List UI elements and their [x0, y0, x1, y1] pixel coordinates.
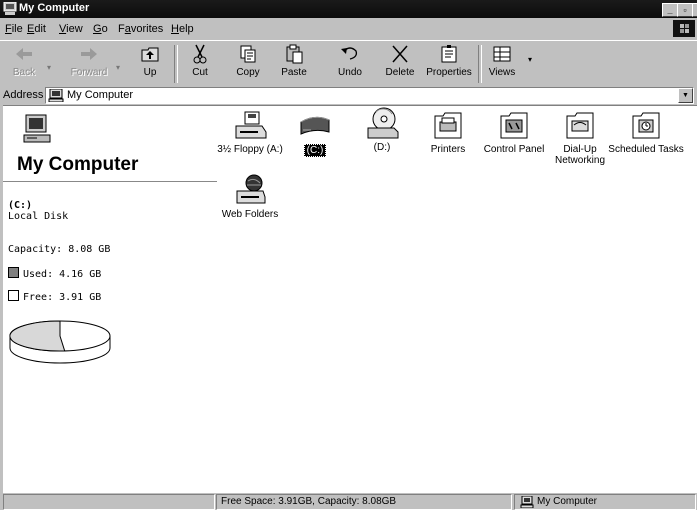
maximize-button[interactable]: ▫: [677, 3, 693, 17]
status-pane-left: [3, 494, 215, 510]
address-bar: Address My Computer ▼: [0, 87, 697, 104]
scheduled-tasks-icon: [632, 112, 660, 139]
menu-go[interactable]: Go: [93, 23, 108, 35]
menu-bar: File Edit View Go Favorites Help: [0, 19, 697, 39]
control-panel-icon: [500, 112, 528, 139]
menu-help[interactable]: Help: [171, 23, 194, 35]
dialup-networking-icon: [566, 112, 594, 139]
paste-button[interactable]: Paste: [274, 43, 314, 85]
web-folders-icon: [236, 174, 266, 204]
toolbar-separator: [478, 45, 482, 83]
address-input[interactable]: My Computer ▼: [45, 87, 694, 104]
forward-button[interactable]: Forward: [66, 43, 112, 85]
disk-usage-pie: [9, 320, 111, 364]
address-label: Address: [3, 89, 44, 101]
paste-icon: [286, 44, 303, 64]
status-pane-zone: My Computer: [514, 494, 696, 510]
cd-drive-icon: [367, 107, 399, 139]
web-folders-item[interactable]: Web Folders: [210, 173, 290, 220]
my-computer-icon: [48, 89, 64, 102]
printers-folder-icon: [434, 112, 462, 139]
my-computer-icon: [520, 496, 534, 508]
menu-edit[interactable]: Edit: [27, 23, 46, 35]
free-legend: Free: 3.91 GB: [8, 290, 101, 303]
back-dropdown-icon[interactable]: ▾: [47, 63, 51, 72]
folder-view: My Computer (C:) Local Disk Capacity: 8.…: [3, 105, 697, 493]
menu-file[interactable]: File: [5, 23, 23, 35]
delete-button[interactable]: Delete: [380, 43, 420, 85]
forward-dropdown-icon[interactable]: ▾: [116, 63, 120, 72]
panel-divider: [3, 181, 217, 182]
capacity-text: Capacity: 8.08 GB: [8, 244, 111, 255]
views-button[interactable]: Views: [484, 43, 520, 85]
up-button[interactable]: Up: [132, 43, 168, 85]
scheduled-tasks-item[interactable]: Scheduled Tasks: [606, 110, 686, 155]
address-dropdown-icon[interactable]: ▼: [678, 88, 693, 103]
views-icon: [493, 46, 511, 62]
free-swatch: [8, 290, 19, 301]
menu-view[interactable]: View: [59, 23, 83, 35]
selected-drive-name: (C:): [8, 200, 33, 211]
status-bar: Free Space: 3.91GB, Capacity: 8.08GB My …: [0, 493, 697, 510]
copy-button[interactable]: Copy: [228, 43, 268, 85]
panel-title: My Computer: [17, 154, 139, 175]
up-folder-icon: [141, 47, 159, 62]
undo-button[interactable]: Undo: [330, 43, 370, 85]
properties-button[interactable]: Properties: [424, 43, 474, 85]
views-dropdown-icon[interactable]: ▾: [528, 55, 532, 64]
minimize-button[interactable]: _: [662, 3, 678, 17]
back-arrow-icon: [16, 48, 32, 60]
used-legend: Used: 4.16 GB: [8, 267, 101, 280]
properties-icon: [441, 45, 457, 63]
close-button[interactable]: [692, 3, 697, 17]
my-computer-icon: [3, 2, 17, 15]
title-bar: My Computer _ ▫: [0, 0, 697, 18]
back-button[interactable]: Back: [4, 43, 44, 85]
windows-logo-icon: [673, 20, 695, 37]
hard-disk-icon: [300, 116, 330, 135]
floppy-drive-icon: [235, 111, 267, 139]
toolbar-separator: [174, 45, 178, 83]
menu-favorites[interactable]: Favorites: [118, 23, 163, 35]
selected-drive-type: Local Disk: [8, 211, 69, 222]
forward-arrow-icon: [81, 48, 97, 60]
my-computer-large-icon: [23, 114, 51, 143]
cut-button[interactable]: Cut: [182, 43, 218, 85]
window-title: My Computer: [19, 2, 90, 14]
undo-icon: [341, 47, 358, 60]
copy-icon: [240, 45, 256, 63]
status-pane-info: Free Space: 3.91GB, Capacity: 8.08GB: [216, 494, 512, 510]
used-swatch: [8, 267, 19, 278]
scissors-icon: [193, 44, 207, 64]
standard-toolbar: Back ▾ Forward ▾ Up Cut Copy Paste Undo …: [0, 40, 697, 88]
delete-x-icon: [392, 45, 408, 63]
